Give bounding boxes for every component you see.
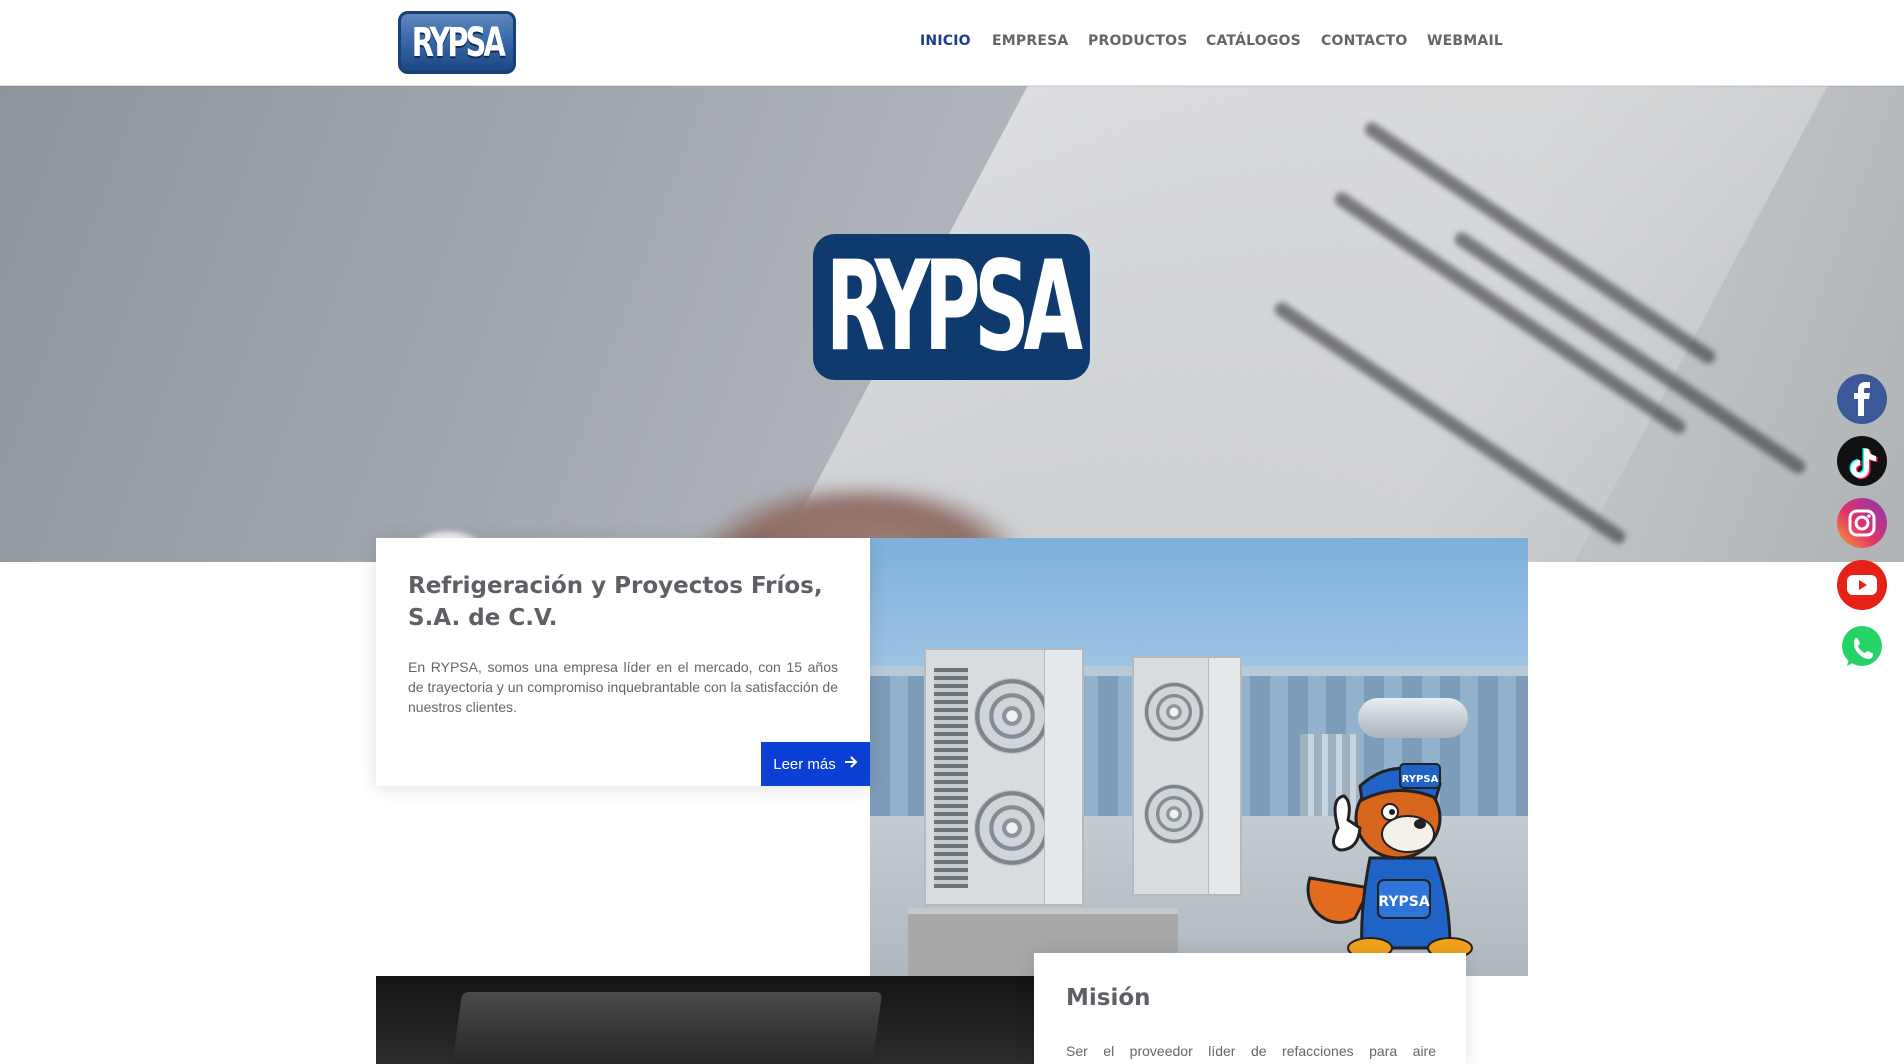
nav-inicio[interactable]: INICIO [920, 33, 971, 49]
site-logo[interactable]: RYPSA [398, 11, 516, 74]
facebook-icon[interactable] [1837, 374, 1887, 424]
read-more-label: Leer más [773, 755, 836, 773]
hero-logo-text: RYPSA [826, 235, 1083, 379]
mission-card: Misión Ser el proveedor líder de refacci… [1034, 953, 1466, 1064]
fan-icon [1144, 682, 1204, 742]
mascot-shirt-text: RYPSA [1378, 894, 1429, 910]
nav-catalogos[interactable]: CATÁLOGOS [1206, 33, 1301, 49]
hero-logo: RYPSA [813, 234, 1090, 380]
lower-section-image [376, 976, 1034, 1064]
condenser-unit [1132, 656, 1242, 896]
instagram-icon[interactable] [1837, 498, 1887, 548]
fan-icon [974, 678, 1050, 754]
fan-icon [1144, 784, 1204, 844]
mission-title: Misión [1066, 985, 1151, 1011]
nav-empresa[interactable]: EMPRESA [992, 33, 1068, 49]
youtube-icon[interactable] [1837, 560, 1887, 610]
intro-body: En RYPSA, somos una empresa líder en el … [408, 659, 838, 715]
read-more-button[interactable]: Leer más [761, 742, 870, 786]
photo-duct [1358, 698, 1468, 738]
mascot-image: RYPSA RYPSA [1306, 763, 1473, 958]
nav-contacto[interactable]: CONTACTO [1321, 33, 1408, 49]
nav-webmail[interactable]: WEBMAIL [1427, 33, 1503, 49]
whatsapp-icon[interactable] [1837, 622, 1887, 672]
mission-body: Ser el proveedor líder de refacciones pa… [1066, 1043, 1436, 1059]
nav-productos[interactable]: PRODUCTOS [1088, 33, 1188, 49]
logo-text: RYPSA [411, 19, 505, 66]
arrow-right-icon [844, 755, 858, 773]
condenser-unit [924, 648, 1084, 906]
tiktok-icon[interactable] [1837, 436, 1887, 486]
site-header: RYPSA INICIO EMPRESA PRODUCTOS CATÁLOGOS… [0, 0, 1904, 86]
intro-title: Refrigeración y Proyectos Fríos, S.A. de… [408, 573, 823, 631]
fan-icon [974, 790, 1050, 866]
mascot-cap-text: RYPSA [1402, 774, 1439, 785]
